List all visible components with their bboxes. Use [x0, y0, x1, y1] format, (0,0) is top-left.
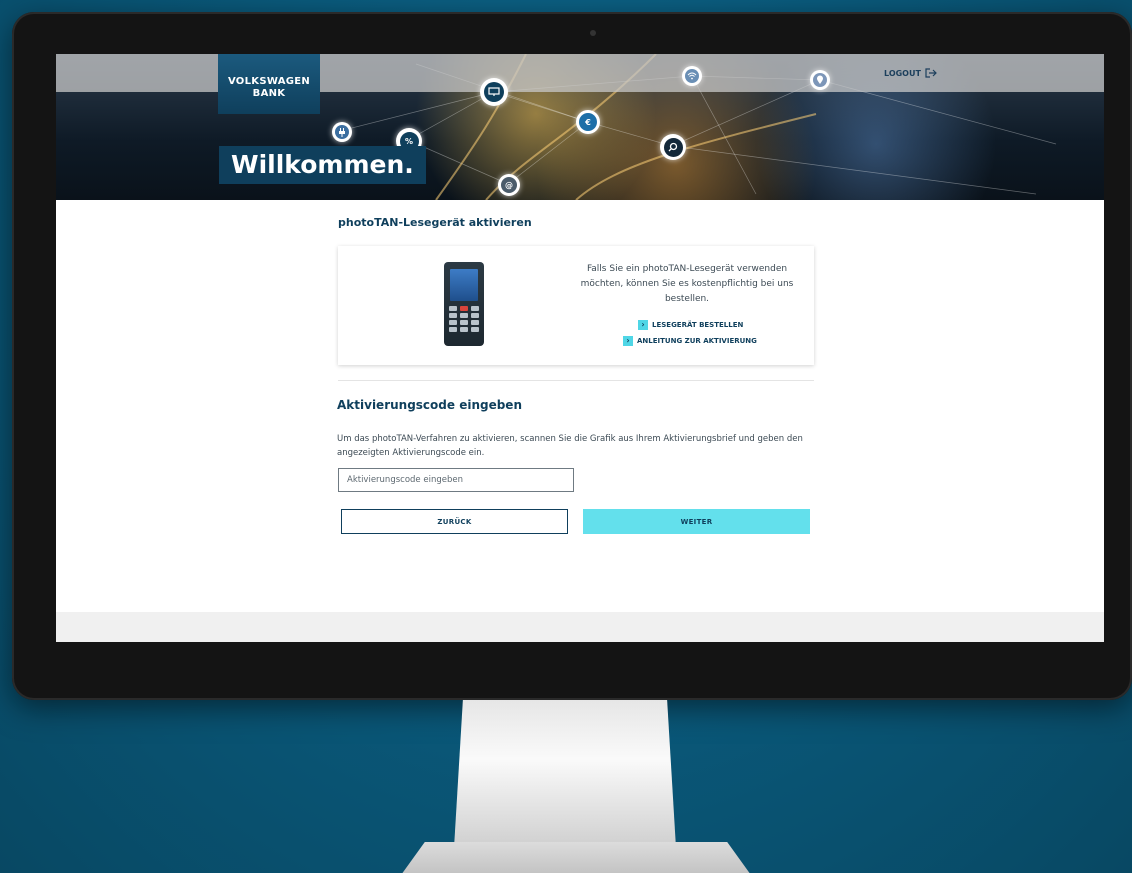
screen: VOLKSWAGEN BANK LOGOUT € % @ Willkommen.…	[56, 54, 1104, 642]
welcome-heading: Willkommen.	[219, 146, 426, 184]
activation-code-title: Aktivierungscode eingeben	[337, 398, 522, 412]
section-divider	[338, 380, 814, 381]
hero-banner: VOLKSWAGEN BANK LOGOUT € % @ Willkommen.	[56, 54, 1104, 200]
logout-label: LOGOUT	[884, 68, 921, 78]
next-button[interactable]: WEITER	[583, 509, 810, 534]
activation-code-input[interactable]	[338, 468, 574, 492]
logo-line-1: VOLKSWAGEN	[227, 76, 311, 87]
photo-tan-card: Falls Sie ein photoTAN-Lesegerät verwend…	[338, 246, 814, 365]
bank-logo[interactable]: VOLKSWAGEN BANK	[218, 54, 320, 114]
camera-icon	[590, 30, 596, 36]
activation-guide-label: ANLEITUNG ZUR AKTIVIERUNG	[637, 337, 757, 345]
logout-arrow-icon	[925, 68, 937, 78]
photo-tan-title: photoTAN-Lesegerät aktivieren	[338, 216, 532, 229]
hero-top-bar	[56, 54, 1104, 92]
order-device-link[interactable]: › LESEGERÄT BESTELLEN	[638, 320, 743, 330]
back-button[interactable]: ZURÜCK	[341, 509, 568, 534]
footer-bar	[56, 612, 1104, 642]
device-screen	[450, 269, 478, 301]
device-keypad	[449, 306, 479, 332]
wifi-icon	[682, 66, 702, 86]
search-icon	[660, 134, 686, 160]
logout-link[interactable]: LOGOUT	[884, 68, 937, 78]
activation-guide-link[interactable]: › ANLEITUNG ZUR AKTIVIERUNG	[623, 336, 757, 346]
euro-icon: €	[576, 110, 600, 134]
monitor-stand-base	[396, 842, 756, 873]
activation-description: Um das photoTAN-Verfahren zu aktivieren,…	[337, 434, 803, 458]
chevron-right-icon: ›	[638, 320, 648, 330]
order-device-label: LESEGERÄT BESTELLEN	[652, 321, 744, 329]
logo-line-2: BANK	[252, 88, 286, 99]
at-icon: @	[498, 174, 520, 196]
location-icon	[810, 70, 830, 90]
monitor-stand	[454, 700, 676, 848]
plug-icon	[332, 122, 352, 142]
chevron-right-icon: ›	[623, 336, 633, 346]
photo-tan-info-text: Falls Sie ein photoTAN-Lesegerät verwend…	[580, 264, 794, 304]
monitor-icon	[480, 78, 508, 106]
phototan-device-image	[444, 262, 484, 346]
